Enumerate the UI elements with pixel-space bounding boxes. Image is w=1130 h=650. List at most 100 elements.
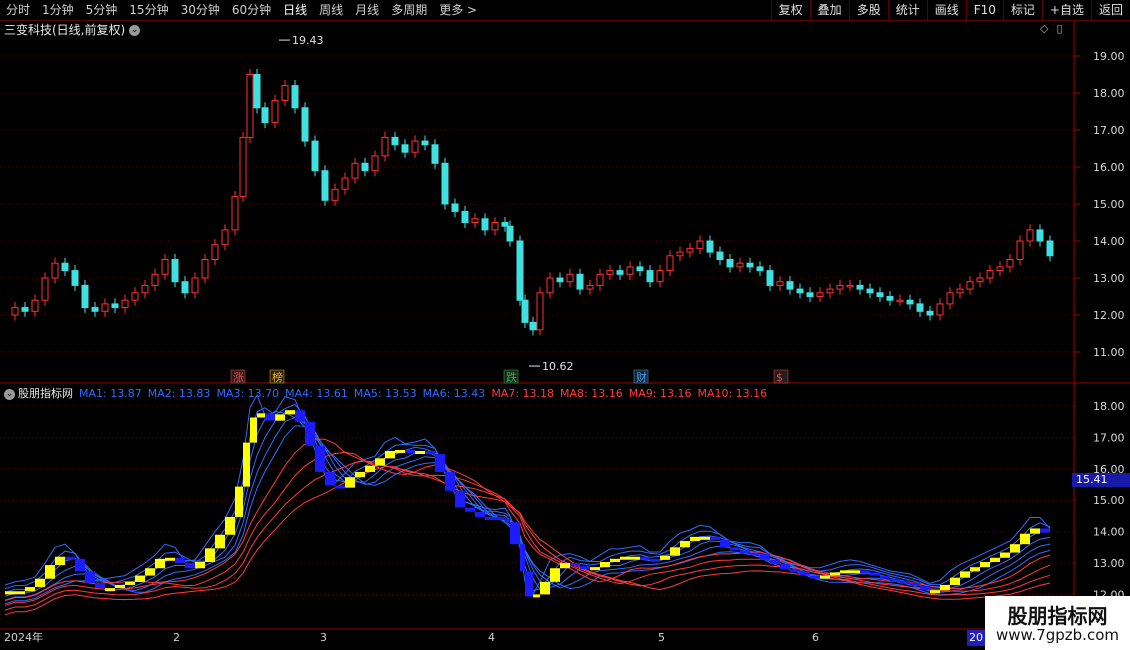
candle-body xyxy=(776,281,784,286)
candle-body xyxy=(481,218,489,231)
ma1-value: MA1: 13.87 xyxy=(79,387,142,400)
candle-body xyxy=(726,259,734,268)
candle-body xyxy=(281,85,289,101)
candle-body xyxy=(806,292,814,297)
period-tab-multi[interactable]: 多周期 xyxy=(385,0,433,20)
ma4-value: MA4: 13.61 xyxy=(285,387,348,400)
candle-body xyxy=(826,288,834,294)
candle-body xyxy=(896,299,904,303)
period-tab-15min[interactable]: 15分钟 xyxy=(123,0,174,20)
draw-line-button[interactable]: 画线 xyxy=(926,0,966,20)
candle-body xyxy=(201,259,209,279)
indicator-block xyxy=(335,485,345,489)
indicator-block xyxy=(455,490,465,508)
candle-body xyxy=(171,259,179,283)
candle-body xyxy=(656,270,664,283)
indicator-block xyxy=(760,553,770,560)
candle-body xyxy=(666,255,674,272)
indicator-block xyxy=(185,563,195,569)
period-tab-5min[interactable]: 5分钟 xyxy=(80,0,124,20)
indicator-block xyxy=(620,556,630,560)
period-tab-monthly[interactable]: 月线 xyxy=(349,0,385,20)
indicator-block xyxy=(510,522,520,545)
candle-body xyxy=(1046,240,1054,257)
indicator-block xyxy=(15,591,25,595)
back-button[interactable]: 返回 xyxy=(1090,0,1130,20)
f10-button[interactable]: F10 xyxy=(965,0,1003,20)
candle-body xyxy=(131,292,139,301)
candle-body xyxy=(746,262,754,268)
indicator-block xyxy=(257,413,265,418)
period-tab-60min[interactable]: 60分钟 xyxy=(226,0,277,20)
candle-body xyxy=(253,74,261,109)
candle-body xyxy=(361,162,369,172)
indicator-block xyxy=(870,572,880,576)
overlay-button[interactable]: 叠加 xyxy=(809,0,849,20)
add-watchlist-button[interactable]: +自选 xyxy=(1041,0,1091,20)
chevron-down-icon[interactable]: ⌄ xyxy=(129,24,141,36)
mark-button[interactable]: 标记 xyxy=(1002,0,1042,20)
adjust-button[interactable]: 复权 xyxy=(770,0,810,20)
indicator-block xyxy=(680,541,690,548)
indicator-block xyxy=(780,564,790,570)
period-tab-daily[interactable]: 日线 xyxy=(277,0,313,20)
period-tab-realtime[interactable]: 分时 xyxy=(0,0,36,20)
candle-body xyxy=(211,244,219,260)
date-label: 2 xyxy=(173,631,180,644)
indicator-block xyxy=(600,561,610,568)
period-tab-30min[interactable]: 30分钟 xyxy=(175,0,226,20)
candle-body xyxy=(301,107,309,142)
candle-body xyxy=(261,107,269,124)
indicator-block xyxy=(830,572,840,576)
candle-body xyxy=(91,307,99,312)
candle-body xyxy=(501,222,509,227)
candle-body xyxy=(626,266,634,275)
price-tick-label: 15.00 xyxy=(1093,198,1125,211)
ma9-value: MA9: 13.16 xyxy=(628,387,692,400)
date-label: 2024年 xyxy=(4,631,43,644)
event-tag: 榜 xyxy=(272,370,283,384)
chevron-down-icon[interactable]: ⌄ xyxy=(4,388,15,400)
statistics-button[interactable]: 统计 xyxy=(887,0,927,20)
candle-body xyxy=(676,251,684,257)
multi-stock-button[interactable]: 多股 xyxy=(848,0,888,20)
indicator-block xyxy=(1020,533,1030,545)
date-label: 4 xyxy=(488,631,495,644)
candle-body xyxy=(976,277,984,283)
event-tag: 财 xyxy=(636,370,647,384)
period-tab-1min[interactable]: 1分钟 xyxy=(36,0,80,20)
indicator-block xyxy=(570,563,580,567)
candle-body xyxy=(111,303,119,309)
candle-body xyxy=(576,273,584,290)
candle-body xyxy=(836,284,844,290)
indicator-block xyxy=(485,516,495,520)
ma7-value: MA7: 13.18 xyxy=(491,387,555,400)
indicator-block xyxy=(345,477,355,488)
price-tick-label: 12.00 xyxy=(1093,309,1125,322)
indicator-header: ⌄ 股朋指标网 MA1: 13.87 MA2: 13.83 MA3: 13.70… xyxy=(4,386,767,402)
indicator-name[interactable]: ⌄ 股朋指标网 xyxy=(4,386,73,402)
indicator-block xyxy=(720,539,730,548)
candle-body xyxy=(381,136,389,157)
indicator-block xyxy=(970,567,980,572)
window-toggle-icon[interactable]: ▯ xyxy=(1056,22,1062,35)
event-tag-box xyxy=(269,369,285,384)
toolbar-right-buttons: 复权 叠加 多股 统计 画线 F10 标记 +自选 返回 xyxy=(770,0,1130,20)
indicator-block xyxy=(850,570,860,574)
indicator-block xyxy=(660,555,670,560)
indicator-block xyxy=(610,558,620,562)
indicator-block xyxy=(900,580,910,584)
indicator-block xyxy=(35,578,45,588)
candle-body xyxy=(291,85,299,109)
period-tab-weekly[interactable]: 周线 xyxy=(313,0,349,20)
indicator-block xyxy=(95,582,105,589)
indicator-block xyxy=(820,575,830,579)
indicator-block xyxy=(55,556,65,566)
high-price-label: 19.43 xyxy=(292,34,324,47)
indicator-block xyxy=(750,552,760,556)
candlestick-chart: 19.00 18.00 17.00 16.00 15.00 14.00 13.00 12.00… xyxy=(0,20,1130,630)
indicator-block xyxy=(1030,528,1040,534)
current-date-box[interactable]: 20 xyxy=(967,630,985,646)
diamond-icon[interactable]: ◇ xyxy=(1040,22,1048,35)
period-tab-more[interactable]: 更多 > xyxy=(433,0,483,20)
